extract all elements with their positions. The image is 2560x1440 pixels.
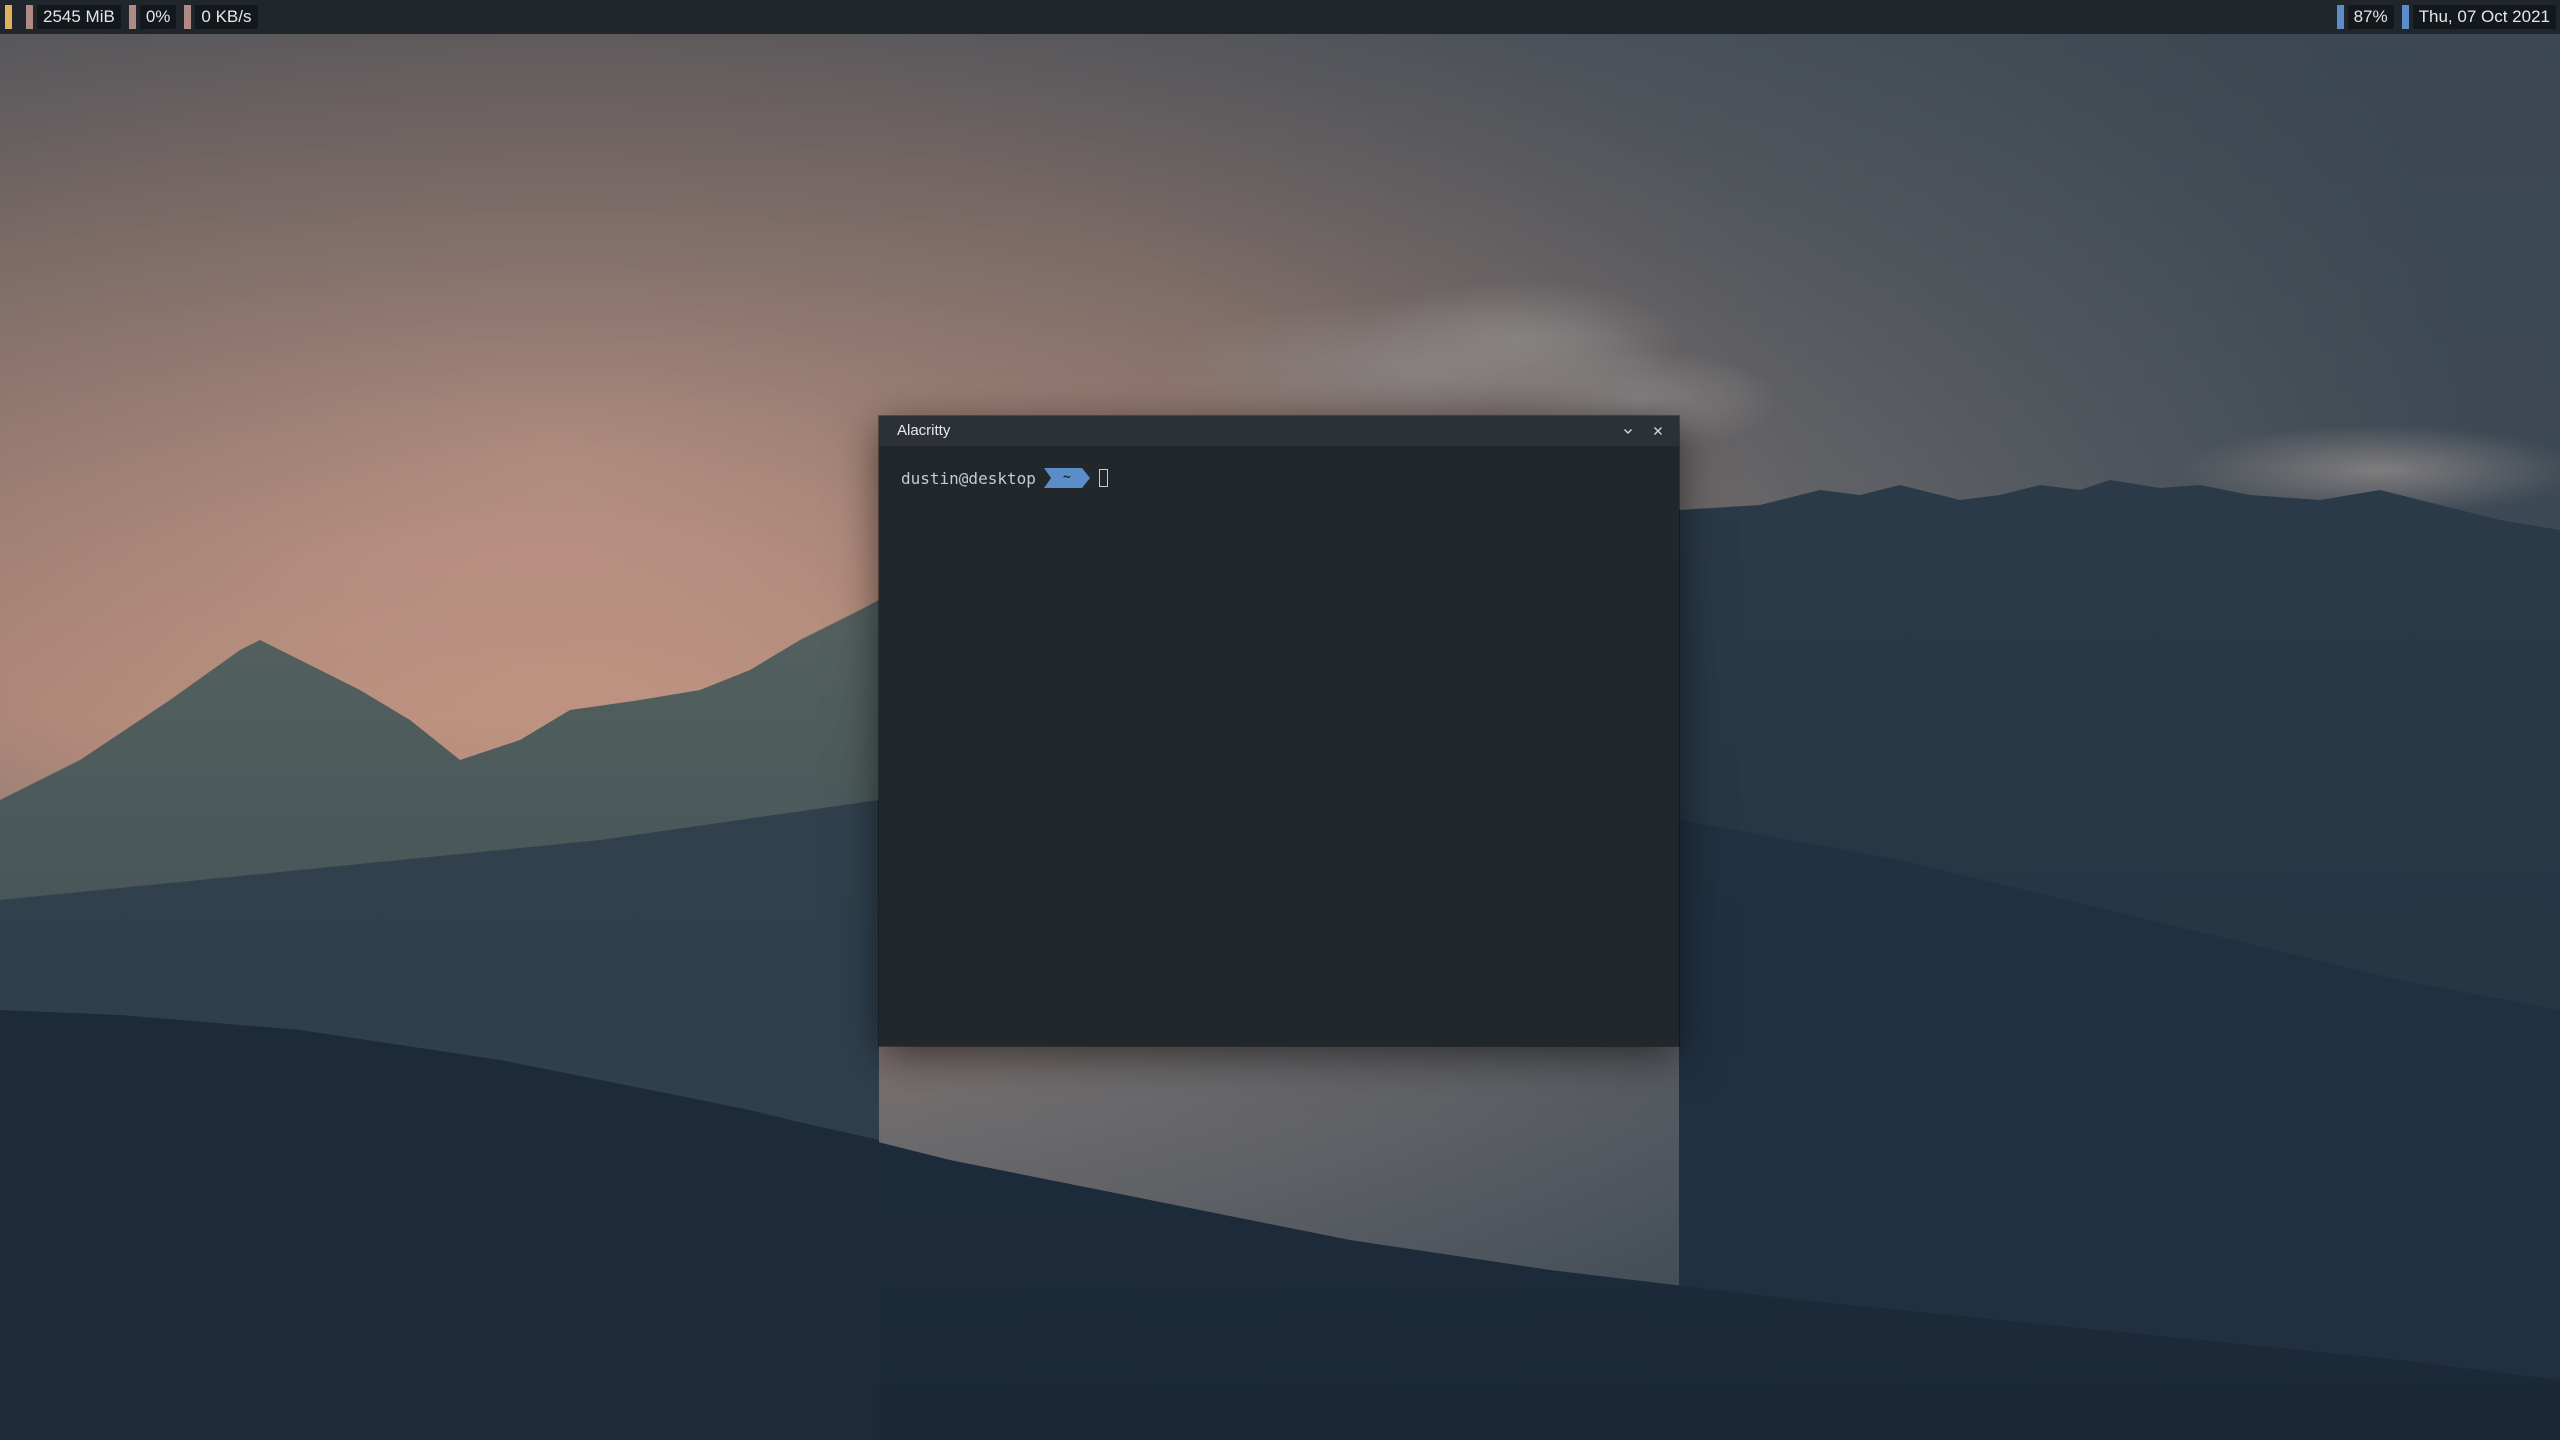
window-titlebar[interactable]: Alacritty <box>879 416 1679 446</box>
terminal-content[interactable]: dustin@desktop ~ <box>879 446 1679 1046</box>
battery-module: 87% <box>2336 5 2394 29</box>
chevron-down-icon <box>1624 429 1632 434</box>
close-button[interactable] <box>1645 416 1671 446</box>
network-module: 0 KB/s <box>184 5 258 29</box>
network-indicator <box>184 5 192 29</box>
prompt-user-host: dustin@desktop <box>901 468 1036 488</box>
bar-left-section: 2545 MiB 0% 0 KB/s <box>0 0 258 34</box>
terminal-window[interactable]: Alacritty dustin@desktop ~ <box>879 416 1679 1046</box>
battery-level-label: 87% <box>2347 5 2394 29</box>
memory-module: 2545 MiB <box>26 5 121 29</box>
close-icon <box>1654 427 1662 435</box>
top-status-bar: 2545 MiB 0% 0 KB/s 87% Thu, 07 Oct 2021 <box>0 0 2560 34</box>
desktop: 2545 MiB 0% 0 KB/s 87% Thu, 07 Oct 2021 <box>0 0 2560 1440</box>
window-title: Alacritty <box>897 422 951 439</box>
cpu-indicator <box>128 5 136 29</box>
date-label: Thu, 07 Oct 2021 <box>2412 5 2556 29</box>
memory-usage-label: 2545 MiB <box>37 5 121 29</box>
shell-prompt: dustin@desktop ~ <box>901 468 1108 488</box>
cpu-module: 0% <box>128 5 177 29</box>
workspace-indicator[interactable] <box>5 5 12 29</box>
memory-indicator <box>26 5 33 29</box>
prompt-cwd-segment: ~ <box>1043 468 1090 488</box>
minimize-button[interactable] <box>1615 416 1641 446</box>
text-cursor <box>1098 469 1108 487</box>
prompt-cwd: ~ <box>1062 470 1071 485</box>
clock-module: Thu, 07 Oct 2021 <box>2401 5 2556 29</box>
network-speed-label: 0 KB/s <box>195 5 258 29</box>
bar-right-section: 87% Thu, 07 Oct 2021 <box>2329 0 2560 34</box>
battery-indicator <box>2336 5 2344 29</box>
clock-indicator <box>2401 5 2409 29</box>
cpu-usage-label: 0% <box>139 5 177 29</box>
